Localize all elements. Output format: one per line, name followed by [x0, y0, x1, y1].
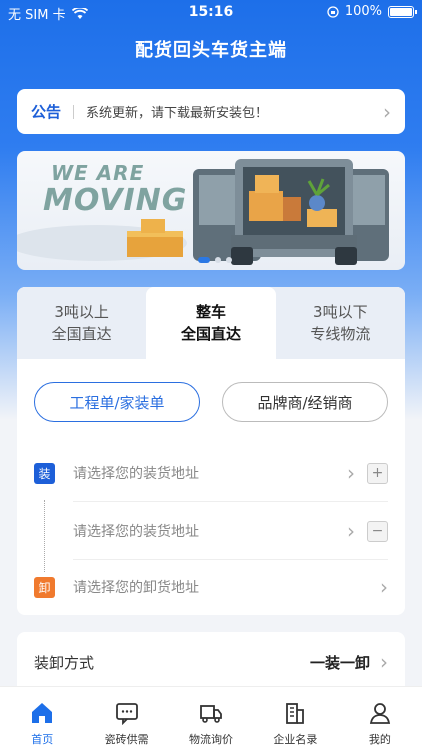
tab-label-line2: 专线物流 — [310, 325, 371, 343]
battery-icon — [388, 5, 417, 18]
tab-label-line1: 3吨以下 — [313, 303, 368, 321]
message-icon — [115, 703, 138, 725]
tabbar-label: 企业名录 — [273, 733, 318, 746]
tab-label-line2: 全国直达 — [180, 325, 241, 343]
row-divider — [73, 501, 388, 502]
tabbar-item-home[interactable]: 首页 — [0, 687, 84, 750]
chevron-right-icon: › — [383, 99, 391, 124]
unload-address-row[interactable]: 卸 请选择您的卸货地址 › — [17, 559, 405, 615]
vehicle-tabs: 3吨以上 全国直达 整车 全国直达 3吨以下 专线物流 — [17, 287, 405, 359]
building-icon — [286, 703, 305, 724]
loading-method-row[interactable]: 装卸方式 一装一卸 › — [17, 632, 405, 692]
tabbar-item-logistics-quote[interactable]: 物流询价 — [169, 687, 253, 750]
load-badge: 装 — [34, 462, 55, 484]
truck-icon — [200, 705, 222, 723]
tab-label-line1: 3吨以上 — [54, 303, 109, 321]
tabbar-label: 首页 — [31, 733, 54, 746]
unload-badge: 卸 — [34, 576, 55, 598]
tab-label-line1: 整车 — [195, 303, 226, 321]
tab-over-3t[interactable]: 3吨以上 全国直达 — [17, 287, 146, 359]
tab-under-3t[interactable]: 3吨以下 专线物流 — [276, 287, 405, 359]
carousel-dot[interactable] — [215, 257, 221, 263]
chevron-right-icon: › — [347, 461, 355, 485]
order-card: 3吨以上 全国直达 整车 全国直达 3吨以下 专线物流 工程单/家装单 品牌商/… — [17, 287, 405, 615]
carousel-dot[interactable] — [226, 257, 232, 263]
notice-tag: 公告 — [31, 103, 62, 121]
tabbar-item-tile-market[interactable]: 瓷砖供需 — [84, 687, 168, 750]
bottom-tab-bar: 首页 瓷砖供需 物流询价 企业名录 我的 — [0, 686, 422, 750]
carousel-dot-active[interactable] — [198, 257, 210, 263]
tabbar-label: 物流询价 — [189, 733, 234, 746]
banner-headline-1: WE ARE — [51, 161, 145, 185]
home-icon — [32, 703, 53, 723]
remove-address-button[interactable]: − — [367, 520, 388, 542]
notice-divider — [73, 104, 75, 119]
chevron-right-icon: › — [380, 575, 388, 599]
tab-full-truck[interactable]: 整车 全国直达 — [146, 287, 276, 359]
orientation-lock-icon — [327, 5, 339, 18]
chevron-right-icon: › — [347, 519, 355, 543]
tabbar-item-company-directory[interactable]: 企业名录 — [253, 687, 337, 750]
add-address-button[interactable]: + — [367, 462, 388, 484]
tabbar-item-profile[interactable]: 我的 — [338, 687, 422, 750]
page-title: 配货回头车货主端 — [135, 40, 287, 61]
notice-message: 系统更新，请下载最新安装包！ — [86, 106, 269, 121]
tabbar-label: 瓷砖供需 — [104, 733, 149, 746]
tabbar-label: 我的 — [368, 733, 391, 746]
status-bar: 无 SIM 卡 15:16 100% — [0, 0, 422, 24]
notice-bar[interactable]: 公告 系统更新，请下载最新安装包！ › — [17, 89, 405, 134]
load-address-row[interactable]: 装 请选择您的装货地址 › + — [17, 445, 405, 501]
unload-address-placeholder: 请选择您的卸货地址 — [73, 580, 199, 596]
load-address-placeholder: 请选择您的装货地址 — [73, 524, 199, 540]
promo-banner[interactable]: WE ARE MOVING — [17, 151, 405, 270]
load-address-placeholder: 请选择您的装货地址 — [73, 466, 199, 482]
carousel-dots — [198, 257, 232, 263]
user-icon — [369, 703, 390, 724]
load-address-row-2[interactable]: 请选择您的装货地址 › − — [17, 503, 405, 559]
loading-method-label: 装卸方式 — [34, 653, 95, 672]
banner-headline-2: MOVING — [43, 183, 188, 218]
loading-method-value: 一装一卸 — [309, 653, 370, 672]
chevron-right-icon: › — [380, 650, 388, 674]
tab-label-line2: 全国直达 — [51, 325, 112, 343]
order-type-brand-button[interactable]: 品牌商/经销商 — [222, 382, 388, 422]
battery-percent: 100% — [344, 4, 382, 19]
order-type-engineering-button[interactable]: 工程单/家装单 — [34, 382, 200, 422]
